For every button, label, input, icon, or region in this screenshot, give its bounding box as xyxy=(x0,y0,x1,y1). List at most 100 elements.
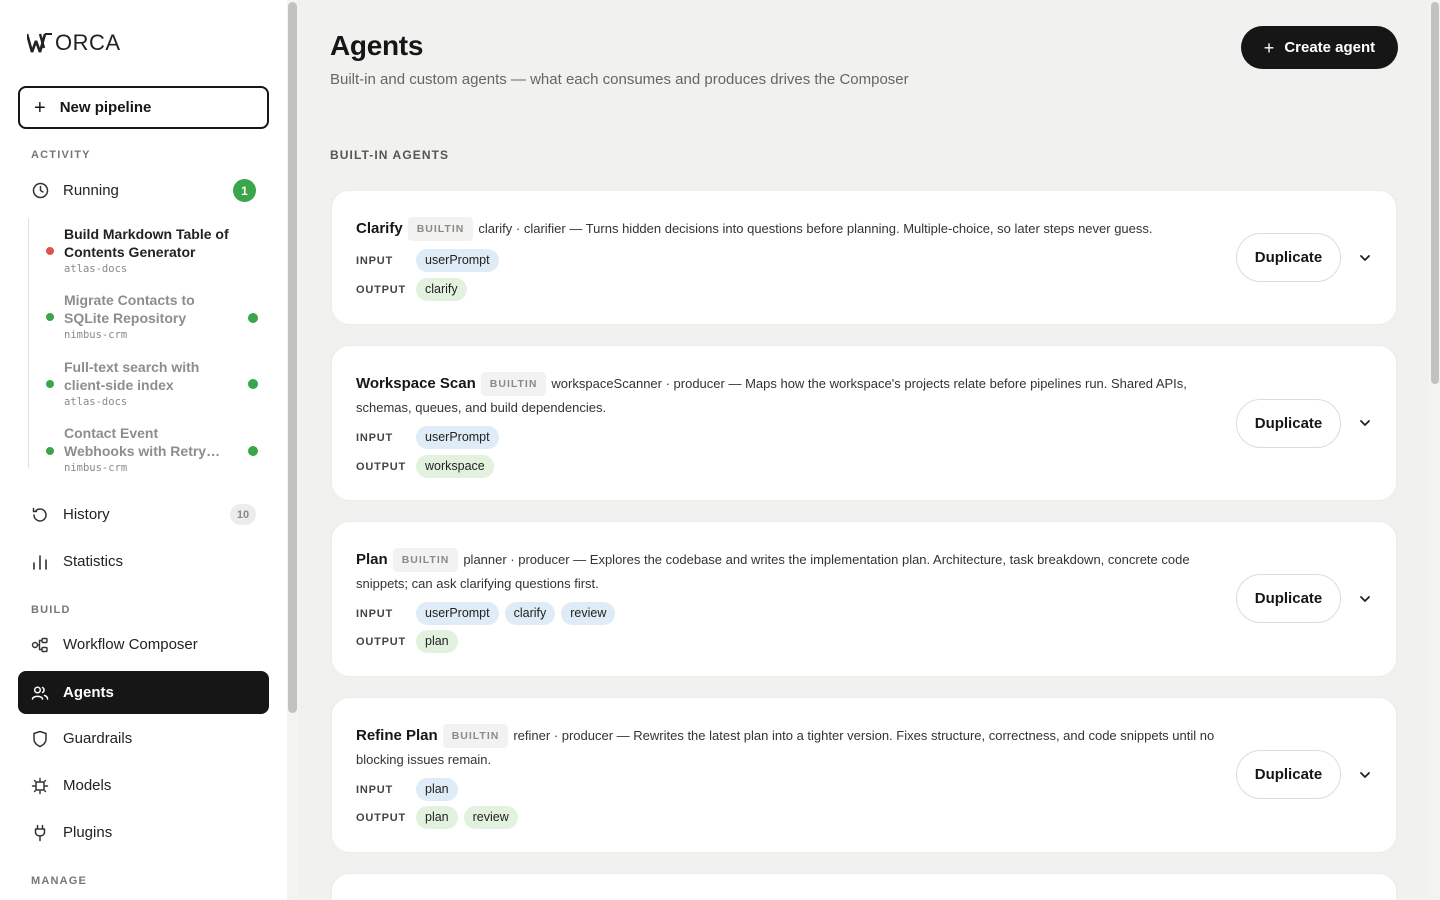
duplicate-button[interactable]: Duplicate xyxy=(1236,574,1341,623)
run-project: nimbus-crm xyxy=(64,329,128,341)
agent-name: Workspace Scan xyxy=(356,375,476,392)
output-chip: plan xyxy=(416,630,458,653)
output-label: OUTPUT xyxy=(356,283,407,296)
agent-card: Plan BUILTIN planner · producer — Explores… xyxy=(331,521,1397,677)
builtin-badge: BUILTIN xyxy=(442,724,509,748)
output-label: OUTPUT xyxy=(356,635,407,648)
main-content: Agents Built-in and custom agents — what… xyxy=(299,0,1429,900)
agent-name: Clarify xyxy=(356,220,403,237)
chevron-down-icon[interactable] xyxy=(1358,768,1372,782)
input-label: INPUT xyxy=(356,783,393,796)
orca-logo-icon xyxy=(27,33,52,53)
page-subtitle: Built-in and custom agents — what each c… xyxy=(330,71,909,88)
agent-header: Plan BUILTIN planner · producer — Explores… xyxy=(356,548,1216,596)
section-label-manage: MANAGE xyxy=(31,875,88,887)
agent-description: planner · producer — Explores the codeba… xyxy=(356,552,1190,591)
output-chip: clarify xyxy=(416,278,467,301)
duplicate-button[interactable]: Duplicate xyxy=(1236,399,1341,448)
history-icon xyxy=(31,506,49,524)
agent-input-row: INPUT userPrompt xyxy=(356,426,505,449)
input-chip: clarify xyxy=(504,602,556,625)
shield-icon xyxy=(31,730,49,748)
builtin-badge: BUILTIN xyxy=(392,548,459,572)
cpu-icon xyxy=(31,777,49,795)
builtin-badge: BUILTIN xyxy=(480,372,547,396)
status-indicator-done xyxy=(248,313,258,323)
run-project: atlas-docs xyxy=(64,396,128,408)
sidebar-item-label: History xyxy=(63,506,110,523)
clock-icon xyxy=(31,182,49,200)
agent-card: Refine Plan BUILTIN refiner · producer — R… xyxy=(331,697,1397,853)
input-chip: userPrompt xyxy=(416,426,499,449)
sidebar-scroll-area: ORCA + New pipeline ACTIVITY Running 1 B… xyxy=(0,0,286,900)
create-agent-label: Create agent xyxy=(1284,39,1376,56)
sidebar-item-label: Guardrails xyxy=(63,730,133,747)
input-chip: userPrompt xyxy=(416,602,499,625)
logo-text: ORCA xyxy=(55,30,121,55)
output-label: OUTPUT xyxy=(356,460,407,473)
create-agent-button[interactable]: + Create agent xyxy=(1241,26,1398,69)
bar-chart-icon xyxy=(31,553,49,571)
sidebar-item-guardrails[interactable]: Guardrails xyxy=(18,717,269,760)
input-label: INPUT xyxy=(356,431,393,444)
plus-icon: + xyxy=(1263,37,1275,58)
run-title: Full-text search with client-side index xyxy=(64,359,200,393)
status-indicator-done xyxy=(248,379,258,389)
run-title-line: Webhooks with Retry… xyxy=(64,442,221,459)
agent-header: Workspace Scan BUILTIN workspaceScanner · … xyxy=(356,372,1216,420)
agent-name: Refine Plan xyxy=(356,727,438,744)
run-project: atlas-docs xyxy=(64,263,128,275)
sidebar-item-history[interactable]: History 10 xyxy=(18,493,269,536)
status-dot-done xyxy=(46,447,54,455)
duplicate-button[interactable]: Duplicate xyxy=(1236,750,1341,799)
agent-output-row: OUTPUT clarify xyxy=(356,278,473,301)
run-item[interactable]: Migrate Contacts to SQLite Repository ni… xyxy=(28,292,268,344)
run-item[interactable]: Build Markdown Table of Contents Generat… xyxy=(28,226,268,278)
input-chip: plan xyxy=(416,778,458,801)
section-title-built-in-agents: BUILT-IN AGENTS xyxy=(330,148,450,162)
section-label-build: BUILD xyxy=(31,604,71,616)
plus-icon: + xyxy=(34,96,46,119)
sidebar-item-plugins[interactable]: Plugins xyxy=(18,811,269,854)
sidebar-item-models[interactable]: Models xyxy=(18,764,269,807)
main-scrollbar-thumb[interactable] xyxy=(1431,2,1439,384)
sidebar-item-running[interactable]: Running 1 xyxy=(18,169,269,212)
run-title: Build Markdown Table of Contents Generat… xyxy=(64,226,229,260)
output-label: OUTPUT xyxy=(356,811,407,824)
run-item[interactable]: Contact Event Webhooks with Retry… nimbu… xyxy=(28,425,268,477)
section-label-activity: ACTIVITY xyxy=(31,149,91,161)
sidebar-scrollbar-thumb[interactable] xyxy=(288,2,297,713)
status-dot-done xyxy=(46,313,54,321)
sidebar-item-statistics[interactable]: Statistics xyxy=(18,540,269,583)
sidebar-item-label: Plugins xyxy=(63,824,113,841)
input-chip: review xyxy=(561,602,616,625)
users-icon xyxy=(31,684,49,702)
duplicate-button[interactable]: Duplicate xyxy=(1236,233,1341,282)
sidebar-item-workflow-composer[interactable]: Workflow Composer xyxy=(18,623,269,666)
sidebar-item-label: Models xyxy=(63,777,112,794)
chevron-down-icon[interactable] xyxy=(1358,251,1372,265)
run-item[interactable]: Full-text search with client-side index … xyxy=(28,359,268,411)
agent-card-partial xyxy=(331,873,1397,900)
page-title: Agents xyxy=(330,30,424,61)
sidebar-item-label: Statistics xyxy=(63,553,124,570)
new-pipeline-button[interactable]: + New pipeline xyxy=(18,86,269,129)
agent-description: clarify · clarifier — Turns hidden decis… xyxy=(478,221,1153,236)
run-title: Migrate Contacts to SQLite Repository xyxy=(64,292,195,326)
agent-output-row: OUTPUT workspace xyxy=(356,455,500,478)
input-chip: userPrompt xyxy=(416,249,499,272)
input-label: INPUT xyxy=(356,254,393,267)
chevron-down-icon[interactable] xyxy=(1358,416,1372,430)
sidebar-item-agents[interactable]: Agents xyxy=(18,671,269,714)
agent-input-row: INPUT plan xyxy=(356,778,464,801)
agent-card: Clarify BUILTIN clarify · clarifier — Turn… xyxy=(331,190,1397,325)
chevron-down-icon[interactable] xyxy=(1358,592,1372,606)
run-title: Contact Event Webhooks with Retry… xyxy=(64,425,236,460)
plug-icon xyxy=(31,824,49,842)
agent-input-row: INPUT userPrompt clarify review xyxy=(356,602,621,625)
app-logo[interactable]: ORCA xyxy=(27,30,121,55)
output-chip: workspace xyxy=(416,455,494,478)
run-title-line: Contact Event xyxy=(64,425,159,441)
run-project: nimbus-crm xyxy=(64,462,128,474)
agent-output-row: OUTPUT plan review xyxy=(356,806,524,829)
